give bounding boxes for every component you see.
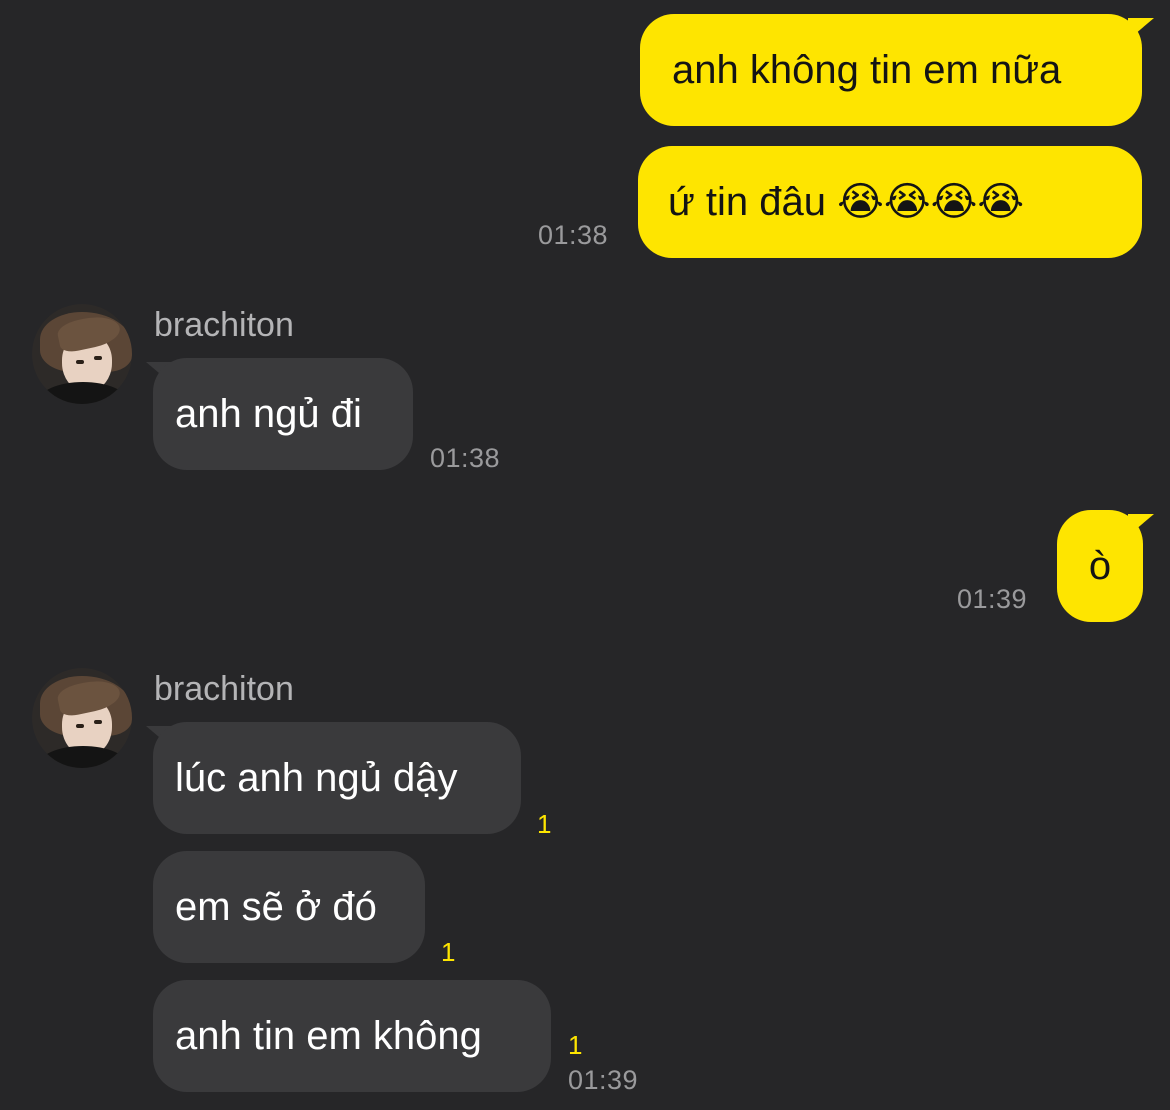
message-text: anh tin em không <box>175 1014 482 1058</box>
outgoing-message-bubble[interactable]: anh không tin em nữa <box>640 14 1142 126</box>
sender-name: brachiton <box>154 670 294 708</box>
outgoing-message-bubble[interactable]: ứ tin đâu 😭😭😭😭 <box>638 146 1142 258</box>
avatar-shoulder <box>38 382 128 404</box>
message-text: ò <box>1088 544 1112 588</box>
chat-message-list[interactable]: anh không tin em nữa ứ tin đâu 😭😭😭😭 01:3… <box>0 0 1170 1110</box>
avatar-eye <box>94 356 102 360</box>
unread-count: 1 <box>568 1030 583 1060</box>
message-timestamp: 01:38 <box>430 443 501 473</box>
avatar-eye <box>76 724 84 728</box>
message-text: em sẽ ở đó <box>175 885 377 929</box>
user-avatar[interactable] <box>32 304 132 404</box>
message-text: ứ tin đâu 😭😭😭😭 <box>668 180 1025 224</box>
user-avatar[interactable] <box>32 668 132 768</box>
avatar-shoulder <box>38 746 128 768</box>
message-text: lúc anh ngủ dậy <box>175 756 458 800</box>
message-timestamp: 01:39 <box>957 584 1028 614</box>
unread-count: 1 <box>441 937 456 967</box>
message-text: anh ngủ đi <box>175 392 362 436</box>
incoming-message-bubble[interactable]: em sẽ ở đó <box>153 851 425 963</box>
avatar-eye <box>94 720 102 724</box>
incoming-message-bubble[interactable]: lúc anh ngủ dậy <box>153 722 521 834</box>
message-text: anh không tin em nữa <box>672 48 1062 92</box>
avatar-eye <box>76 360 84 364</box>
message-timestamp: 01:39 <box>568 1065 639 1095</box>
message-timestamp: 01:38 <box>538 220 609 250</box>
incoming-message-bubble[interactable]: anh ngủ đi <box>153 358 413 470</box>
sender-name: brachiton <box>154 306 294 344</box>
unread-count: 1 <box>537 809 552 839</box>
incoming-message-bubble[interactable]: anh tin em không <box>153 980 551 1092</box>
